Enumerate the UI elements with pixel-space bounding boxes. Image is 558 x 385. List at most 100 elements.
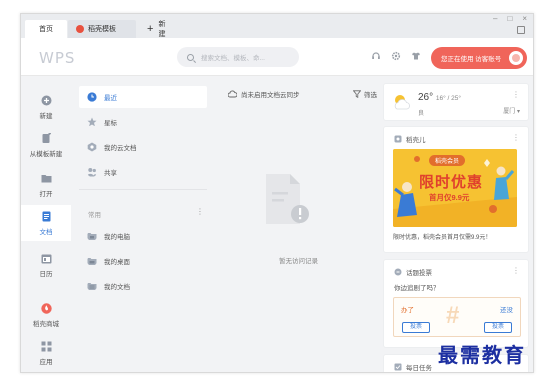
weather-city-select[interactable]: 厦门 ▾ <box>503 106 520 115</box>
weather-card[interactable]: 26° 16° / 25° 良 厦门 ▾ ⋮ <box>383 83 529 121</box>
promo-card: 稻壳儿 ⋮ 稻壳会员 限时优惠 首月仅9.9元 限时优惠，稻壳会员首月仅需9.9… <box>383 126 529 253</box>
nav-label-my-documents: 我的文档 <box>104 284 130 291</box>
nav-item-my-documents[interactable]: 我的文档 <box>79 275 207 297</box>
weather-temp-range: 16° / 25° <box>435 95 461 102</box>
maximize-button[interactable]: □ <box>507 14 512 23</box>
rail-label-apps: 应用 <box>39 358 53 366</box>
cloud-sync-link[interactable]: 尚未启用文档云同步 <box>228 89 300 99</box>
rail-label-calendar: 日历 <box>39 270 53 278</box>
rail-label-documents: 文档 <box>39 228 53 236</box>
nav-label-shared: 共享 <box>104 170 117 177</box>
calendar-icon <box>41 254 51 263</box>
rail-item-store[interactable]: 稻壳商城 <box>21 297 71 333</box>
weather-more-icon[interactable]: ⋮ <box>512 90 520 99</box>
poll-options: # 办了 还没 投票 投票 <box>393 297 521 337</box>
weather-temp-value: 26° <box>418 92 434 103</box>
folder-icon <box>87 283 97 290</box>
promo-more-icon[interactable]: ⋮ <box>512 133 520 142</box>
nav-item-recent[interactable]: 最近 <box>79 86 207 108</box>
cloud-sync-label: 尚未启用文档云同步 <box>241 92 300 99</box>
task-icon <box>394 363 402 371</box>
chevron-down-icon: ▾ <box>516 109 520 115</box>
rail-item-calendar[interactable]: 日历 <box>21 247 71 283</box>
vote-b-button[interactable]: 投票 <box>484 322 512 333</box>
minimize-button[interactable]: – <box>493 14 497 23</box>
vote-a-button[interactable]: 投票 <box>402 322 430 333</box>
new-tab-label: 新建 <box>158 21 166 38</box>
sidebar-toggle-icon[interactable] <box>517 26 525 34</box>
avatar <box>507 49 525 67</box>
rail-item-new[interactable]: 新建 <box>21 89 71 125</box>
nav-item-cloud-docs[interactable]: 我的云文档 <box>79 136 207 158</box>
left-rail: 新建 从模板新建 打开 文档 日历 稻壳商城 应用 <box>21 77 71 372</box>
poll-card-title: 话题投票 <box>394 267 432 277</box>
promo-caption[interactable]: 限时优惠，稻壳会员首月仅需9.9元！ <box>393 232 491 241</box>
rail-label-new: 新建 <box>39 112 53 120</box>
headset-icon[interactable] <box>371 51 381 61</box>
tab-home-label: 首页 <box>39 26 53 33</box>
rail-label-open: 打开 <box>39 190 53 198</box>
rail-item-documents[interactable]: 文档 <box>21 205 71 241</box>
poll-title-label: 话题投票 <box>406 270 432 277</box>
weather-temperature: 26° 16° / 25° <box>418 92 461 103</box>
nav-section-common: 常用 <box>88 212 101 219</box>
promo-banner[interactable]: 稻壳会员 限时优惠 首月仅9.9元 <box>393 149 517 227</box>
search-input[interactable]: 搜索文档、模板、命... <box>177 47 299 67</box>
header: WPS 搜索文档、模板、命... 您正在使用 访客账号 <box>21 38 533 76</box>
nav-label-my-computer: 我的电脑 <box>104 234 130 241</box>
cloud-doc-icon <box>87 142 97 152</box>
poll-option-b: 还没 <box>500 307 513 314</box>
hash-decoration: # <box>446 302 460 329</box>
promo-subline: 首月仅9.9元 <box>429 193 470 202</box>
poll-option-a: 办了 <box>401 307 414 314</box>
rail-item-open[interactable]: 打开 <box>21 167 71 203</box>
shirt-icon[interactable] <box>411 51 421 61</box>
star-icon <box>87 117 97 127</box>
tab-docer-label: 稻壳模板 <box>88 26 116 33</box>
rail-item-apps[interactable]: 应用 <box>21 335 71 371</box>
nav-item-starred[interactable]: 星标 <box>79 111 207 133</box>
user-account-button[interactable]: 您正在使用 访客账号 <box>431 47 527 69</box>
weather-city-label: 厦门 <box>503 109 516 115</box>
weather-condition: 良 <box>418 111 425 117</box>
daily-task-title: 每日任务 <box>394 362 432 372</box>
nav-item-shared[interactable]: 共享 <box>79 161 207 183</box>
filter-button[interactable]: 筛选 <box>353 89 377 99</box>
document-nav-panel: 最近 星标 我的云文档 共享 常用 ⋮ 我的电脑 我的桌面 我的文档 <box>74 77 214 372</box>
document-icon <box>42 211 50 221</box>
nav-item-my-desktop[interactable]: 我的桌面 <box>79 250 207 272</box>
rail-label-store: 稻壳商城 <box>33 320 59 328</box>
filter-icon <box>353 90 361 98</box>
header-icons <box>371 51 421 61</box>
cloud-sync-icon <box>228 90 237 98</box>
more-options-icon[interactable]: ⋮ <box>196 207 204 216</box>
plus-icon: + <box>147 23 154 35</box>
docer-icon <box>76 25 84 33</box>
gear-icon[interactable] <box>391 51 401 61</box>
new-tab-button[interactable]: + 新建 <box>139 20 179 38</box>
nav-label-cloud-docs: 我的云文档 <box>104 145 137 152</box>
recent-files-area: 尚未启用文档云同步 筛选 暂无访问记录 <box>216 77 381 372</box>
share-icon <box>87 168 97 177</box>
close-button[interactable]: × <box>522 14 527 23</box>
wps-logo: WPS <box>39 49 76 67</box>
weather-icon <box>394 95 410 110</box>
nav-label-recent: 最近 <box>104 95 117 102</box>
folder-icon <box>41 174 51 182</box>
promo-headline: 限时优惠 <box>419 174 484 191</box>
rail-item-from-template[interactable]: 从模板新建 <box>21 127 71 163</box>
apps-icon <box>41 341 51 351</box>
tab-home[interactable]: 首页 <box>25 20 67 38</box>
plus-circle-icon <box>41 95 51 105</box>
daily-task-label: 每日任务 <box>406 365 432 372</box>
watermark-text: 最需教育 <box>438 343 526 367</box>
promo-card-title: 稻壳儿 <box>394 134 426 144</box>
template-icon <box>42 132 51 143</box>
filter-label: 筛选 <box>364 92 377 99</box>
nav-item-my-computer[interactable]: 我的电脑 <box>79 225 207 247</box>
poll-more-icon[interactable]: ⋮ <box>512 266 520 275</box>
nav-divider <box>79 189 207 190</box>
user-account-label: 您正在使用 访客账号 <box>441 56 502 63</box>
app-window: 首页 稻壳模板 + 新建 – □ × WPS 搜索文档、模板、命... 您正在使… <box>20 13 534 373</box>
tab-docer-template[interactable]: 稻壳模板 <box>68 20 136 38</box>
